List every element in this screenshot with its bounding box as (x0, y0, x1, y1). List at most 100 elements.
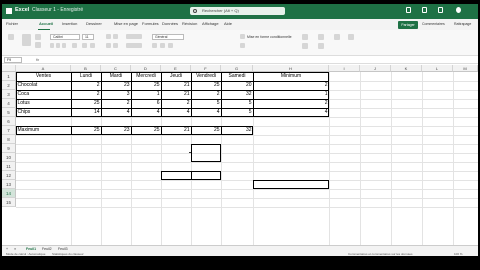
menu-accueil[interactable]: Accueil (39, 21, 53, 26)
merge-center-icon[interactable] (126, 43, 142, 48)
share-button[interactable]: Partager (398, 21, 418, 29)
zoom-level[interactable]: 100 % (454, 252, 463, 256)
conditional-format-label[interactable]: Mise en forme conditionnelle (247, 35, 292, 39)
app-launcher-icon[interactable] (6, 8, 12, 14)
menu-formules[interactable]: Formules (142, 21, 159, 26)
table-cell[interactable]: 4 (191, 108, 221, 117)
row-header-3[interactable]: 3 (2, 90, 16, 99)
align-middle-icon[interactable] (113, 34, 118, 39)
align-top-icon[interactable] (106, 34, 111, 39)
table-cell[interactable]: 23 (101, 81, 131, 90)
fill-color-icon[interactable] (82, 43, 87, 48)
column-header-l[interactable]: L (422, 65, 453, 72)
table-cell[interactable]: 4 (131, 108, 161, 117)
table-cell[interactable]: 5 (221, 99, 253, 108)
table-cell[interactable]: 14 (71, 108, 101, 117)
min-cell[interactable]: 2 (253, 81, 329, 90)
bold-icon[interactable] (50, 43, 54, 48)
max-cell[interactable]: 32 (221, 126, 253, 135)
row-label-chocolat[interactable]: Chocolat (16, 81, 71, 90)
max-cell[interactable]: 23 (101, 126, 131, 135)
column-header-c[interactable]: C (101, 65, 131, 72)
menu-aide[interactable]: Aide (224, 21, 232, 26)
column-header-b[interactable]: B (71, 65, 101, 72)
table-cell[interactable]: 3 (101, 90, 131, 99)
table-cell[interactable]: 6 (131, 99, 161, 108)
menu-donnees[interactable]: Données (162, 21, 178, 26)
table-cell[interactable]: 21 (161, 81, 191, 90)
table-cell[interactable]: 4 (161, 108, 191, 117)
header-mercredi[interactable]: Mercredi (131, 72, 161, 81)
row-header-4[interactable]: 4 (2, 99, 16, 108)
avatar[interactable] (456, 7, 461, 13)
calc-mode-text[interactable]: Mode de calcul : Automatique (6, 252, 45, 256)
header-mardi[interactable]: Mardi (101, 72, 131, 81)
add-sheet-icon[interactable]: + (6, 247, 8, 251)
table-cell[interactable]: 25 (191, 81, 221, 90)
table-cell[interactable]: 2 (71, 81, 101, 90)
thousands-icon[interactable] (168, 43, 173, 48)
italic-icon[interactable] (56, 43, 60, 48)
row-label-chips[interactable]: Chips (16, 108, 71, 117)
max-cell[interactable]: 21 (161, 126, 191, 135)
menu-fichier[interactable]: Fichier (6, 21, 18, 26)
format-table-icon[interactable] (240, 43, 245, 48)
row-header-9[interactable]: 9 (2, 144, 16, 153)
catch-up-button[interactable]: Rattrapage (454, 22, 471, 26)
bordered-cell-f9[interactable] (191, 144, 221, 162)
table-cell[interactable]: 4 (101, 108, 131, 117)
max-cell[interactable]: 25 (131, 126, 161, 135)
table-cell[interactable]: 20 (221, 81, 253, 90)
help-icon[interactable] (438, 7, 443, 13)
header-ventes[interactable]: Ventes (16, 72, 71, 81)
row-header-15[interactable]: 15 (2, 198, 16, 207)
number-format-select[interactable]: Général (152, 34, 184, 40)
name-box[interactable]: F9 (4, 57, 22, 63)
settings-icon[interactable] (422, 7, 427, 13)
undo-icon[interactable] (8, 34, 14, 40)
workbook-stats-text[interactable]: Statistiques du classeur (52, 252, 84, 256)
table-cell[interactable]: 2 (191, 90, 221, 99)
table-cell[interactable]: 1 (131, 90, 161, 99)
min-cell[interactable]: 2 (253, 99, 329, 108)
wrap-text-icon[interactable] (126, 34, 142, 39)
row-header-11[interactable]: 11 (2, 162, 16, 171)
menu-dessiner[interactable]: Dessiner (86, 21, 102, 26)
row-label-coca[interactable]: Coca (16, 90, 71, 99)
spreadsheet-grid[interactable]: A B C D E F G H I J K L M 1 2 3 4 5 6 7 … (2, 65, 478, 245)
row-header-10[interactable]: 10 (2, 153, 16, 162)
row-header-8[interactable]: 8 (2, 135, 16, 144)
column-header-j[interactable]: J (360, 65, 391, 72)
table-cell[interactable]: 2 (101, 99, 131, 108)
paste-icon[interactable] (22, 34, 31, 46)
menu-revision[interactable]: Révision (182, 21, 197, 26)
borders-icon[interactable] (72, 43, 77, 48)
underline-icon[interactable] (62, 43, 66, 48)
column-header-i[interactable]: I (329, 65, 360, 72)
column-header-m[interactable]: M (453, 65, 478, 72)
row-header-7[interactable]: 7 (2, 126, 16, 135)
conditional-format-icon[interactable] (240, 34, 245, 39)
sheet-tab-feuil3[interactable]: Feuil3 (58, 247, 68, 251)
column-header-k[interactable]: K (391, 65, 422, 72)
copy-icon[interactable] (35, 42, 41, 48)
row-header-1[interactable]: 1 (2, 72, 16, 81)
percent-icon[interactable] (160, 43, 165, 48)
row-header-14[interactable]: 14 (2, 189, 16, 198)
header-samedi[interactable]: Samedi (221, 72, 253, 81)
fx-icon[interactable]: fx (36, 57, 39, 62)
header-jeudi[interactable]: Jeudi (161, 72, 191, 81)
currency-icon[interactable] (152, 43, 157, 48)
row-header-12[interactable]: 12 (2, 171, 16, 180)
table-cell[interactable]: 2 (161, 99, 191, 108)
table-cell[interactable]: 25 (131, 81, 161, 90)
menu-mise-en-page[interactable]: Mise en page (114, 21, 138, 26)
font-color-icon[interactable] (90, 43, 95, 48)
row-header-13[interactable]: 13 (2, 180, 16, 189)
max-cell[interactable]: 25 (71, 126, 101, 135)
max-cell[interactable]: 25 (191, 126, 221, 135)
autosum-icon[interactable] (318, 34, 324, 40)
document-name[interactable]: Classeur 1 - Enregistré (32, 7, 83, 13)
row-label-lotus[interactable]: Lotus (16, 99, 71, 108)
column-header-f[interactable]: F (191, 65, 221, 72)
